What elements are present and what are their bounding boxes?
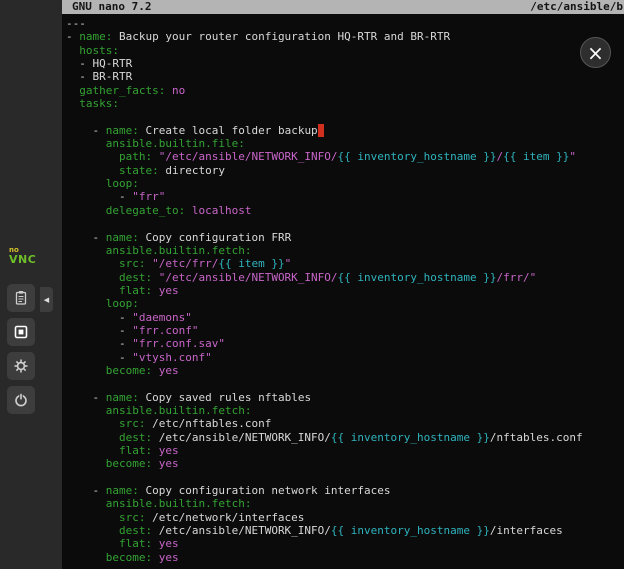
terminal-content[interactable]: ---- name: Backup your router configurat… (62, 14, 624, 564)
terminal-window[interactable]: GNU nano 7.2 /etc/ansible/b ---- name: B… (62, 0, 624, 569)
terminal-line: - "vtysh.conf" (66, 351, 624, 364)
chevron-left-icon: ◀ (44, 296, 49, 304)
terminal-line: src: /etc/network/interfaces (66, 511, 624, 524)
terminal-line: flat: yes (66, 537, 624, 550)
close-button[interactable]: × (580, 37, 611, 68)
terminal-line: - "frr.conf" (66, 324, 624, 337)
power-icon (13, 392, 29, 408)
terminal-line: flat: yes (66, 284, 624, 297)
terminal-line: hosts: (66, 44, 624, 57)
close-icon: × (587, 43, 604, 63)
terminal-line: - BR-RTR (66, 70, 624, 83)
nano-file-path: /etc/ansible/b (530, 0, 623, 14)
terminal-line: src: /etc/nftables.conf (66, 417, 624, 430)
terminal-line: --- (66, 17, 624, 30)
terminal-line: - "frr" (66, 190, 624, 203)
terminal-line: ansible.builtin.fetch: (66, 244, 624, 257)
terminal-line: ansible.builtin.file: (66, 137, 624, 150)
fullscreen-button[interactable] (7, 318, 35, 346)
terminal-line (66, 110, 624, 123)
terminal-line: gather_facts: no (66, 84, 624, 97)
terminal-line: - name: Copy saved rules nftables (66, 391, 624, 404)
terminal-line: - "frr.conf.sav" (66, 337, 624, 350)
terminal-line: ansible.builtin.fetch: (66, 404, 624, 417)
terminal-line: tasks: (66, 97, 624, 110)
terminal-line: - HQ-RTR (66, 57, 624, 70)
terminal-line: - name: Copy configuration network inter… (66, 484, 624, 497)
terminal-line: become: yes (66, 551, 624, 564)
terminal-line: dest: /etc/ansible/NETWORK_INFO/{{ inven… (66, 431, 624, 444)
nano-app-title: GNU nano 7.2 (72, 0, 151, 14)
power-button[interactable] (7, 386, 35, 414)
text-cursor (318, 124, 325, 137)
fullscreen-icon (13, 324, 29, 340)
terminal-line: - name: Backup your router configuration… (66, 30, 624, 43)
terminal-line: loop: (66, 297, 624, 310)
terminal-line (66, 377, 624, 390)
terminal-line: loop: (66, 177, 624, 190)
terminal-line: - name: Copy configuration FRR (66, 231, 624, 244)
terminal-line: become: yes (66, 364, 624, 377)
nano-titlebar: GNU nano 7.2 /etc/ansible/b (62, 0, 624, 14)
terminal-line: ansible.builtin.fetch: (66, 497, 624, 510)
terminal-line: dest: /etc/ansible/NETWORK_INFO/{{ inven… (66, 524, 624, 537)
terminal-line: become: yes (66, 457, 624, 470)
terminal-line: - name: Create local folder backup (66, 124, 624, 137)
novnc-logo: no VNC (9, 246, 39, 274)
terminal-line: delegate_to: localhost (66, 204, 624, 217)
settings-button[interactable] (7, 352, 35, 380)
novnc-logo-vnc: VNC (9, 254, 39, 266)
control-bar-handle[interactable]: ◀ (40, 287, 53, 312)
terminal-line: path: "/etc/ansible/NETWORK_INFO/{{ inve… (66, 150, 624, 163)
terminal-line (66, 217, 624, 230)
terminal-line: flat: yes (66, 444, 624, 457)
terminal-line (66, 471, 624, 484)
terminal-line: state: directory (66, 164, 624, 177)
terminal-line: dest: "/etc/ansible/NETWORK_INFO/{{ inve… (66, 271, 624, 284)
clipboard-button[interactable] (7, 284, 35, 312)
terminal-line: src: "/etc/frr/{{ item }}" (66, 257, 624, 270)
gear-icon (13, 358, 29, 374)
terminal-line: - "daemons" (66, 311, 624, 324)
clipboard-icon (13, 290, 29, 306)
